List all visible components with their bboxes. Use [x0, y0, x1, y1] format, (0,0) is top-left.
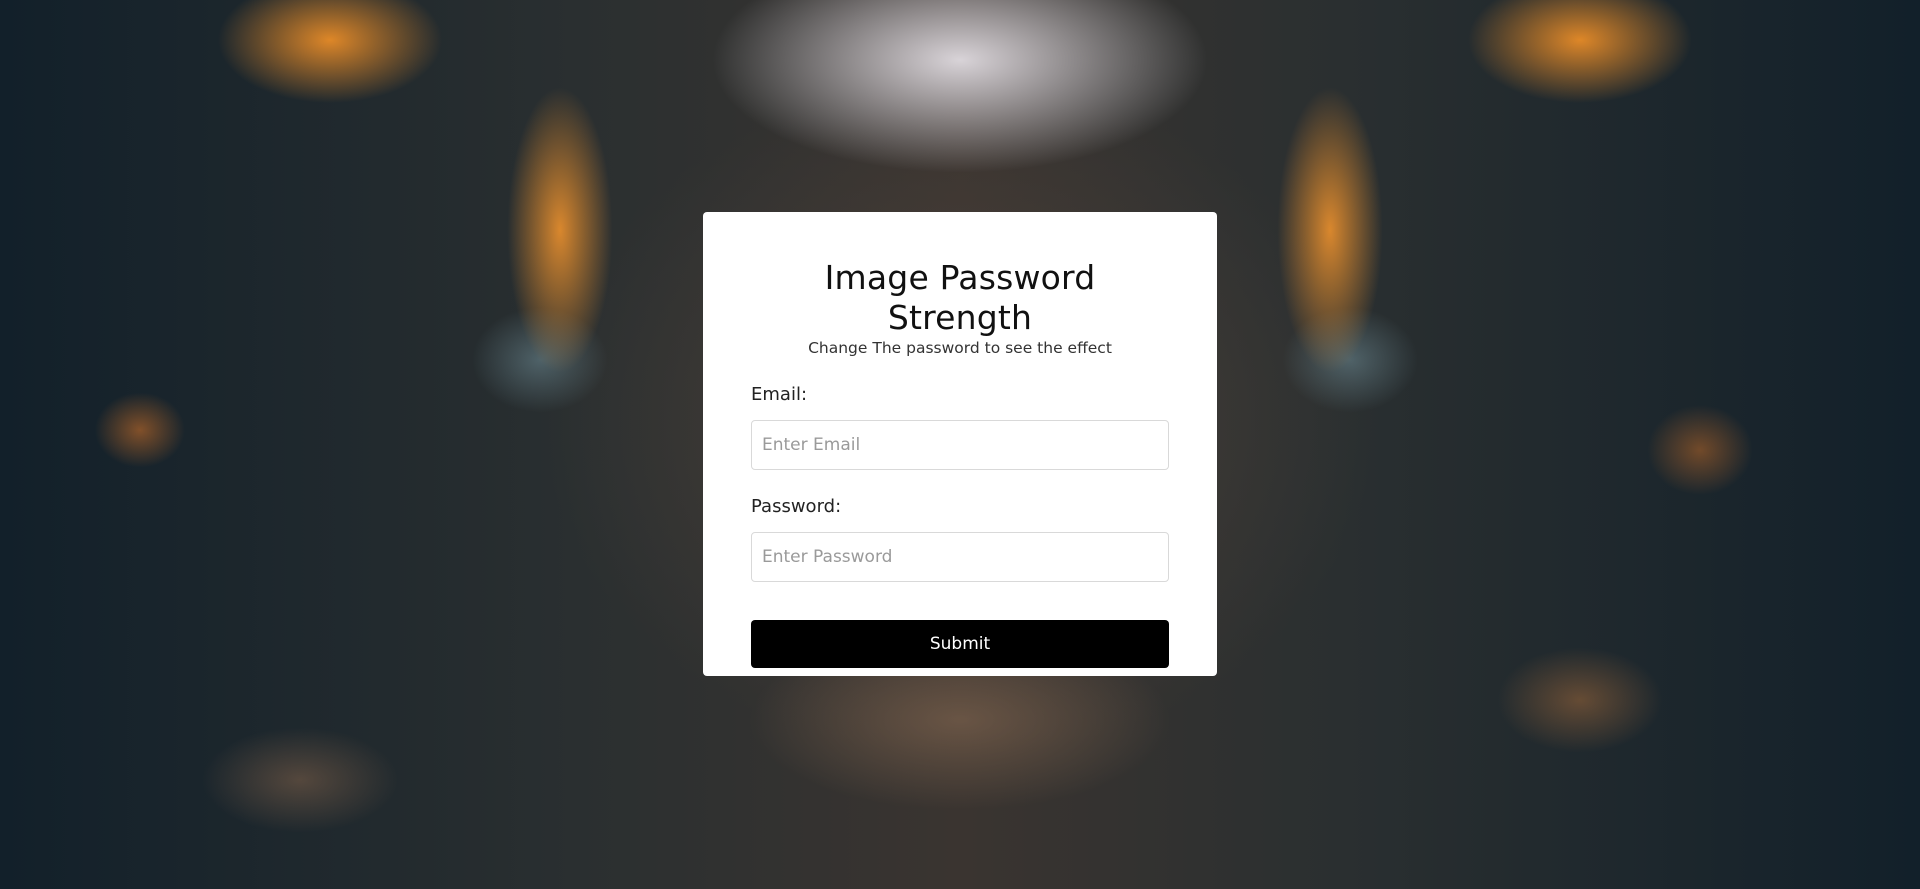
form-title: Image Password Strength — [824, 258, 1096, 337]
login-card: Image Password Strength Change The passw… — [703, 212, 1217, 676]
email-label: Email: — [751, 384, 808, 405]
email-input[interactable] — [751, 420, 1169, 470]
password-label: Password: — [751, 496, 842, 517]
form-subtitle: Change The password to see the effect — [808, 339, 1112, 357]
password-input[interactable] — [751, 532, 1169, 582]
submit-button[interactable]: Submit — [751, 620, 1169, 668]
